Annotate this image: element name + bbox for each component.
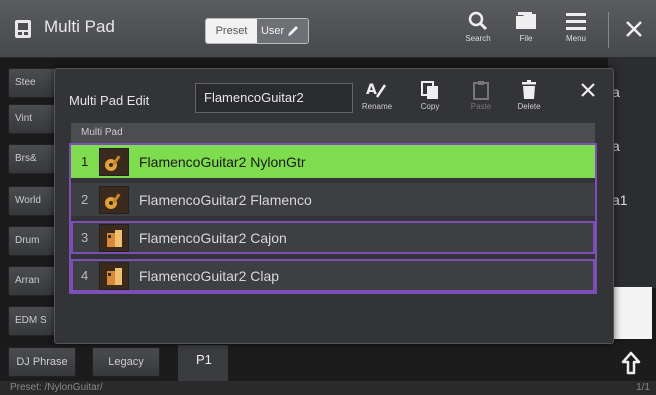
list-header: Multi Pad [71,123,595,143]
paste-label: Paste [470,102,492,111]
pencil-icon [288,26,299,36]
row-number: 2 [81,192,89,207]
row-name: FlamencoGuitar2 Clap [139,267,280,284]
copy-icon [421,81,438,99]
page-title: Multi Pad [44,17,115,36]
svg-text:A: A [366,82,377,98]
row-number: 3 [81,230,89,245]
multi-pad-edit-dialog: Multi Pad Edit FlamencoGuitar2 A Rename … [54,68,614,344]
category-tab[interactable]: Stee [8,68,56,98]
status-bar: Preset: /NylonGuitar/ 1/1 [0,381,656,395]
row-name: FlamencoGuitar2 Flamenco [139,191,312,208]
percussion-icon [99,223,129,252]
menu-button[interactable]: Menu [556,10,596,52]
category-tab[interactable]: Arran [8,266,56,296]
row-name: FlamencoGuitar2 Cajon [139,229,287,246]
background-panel [612,287,652,339]
row-name: FlamencoGuitar2 NylonGtr [139,153,306,170]
rename-label: Rename [361,102,393,111]
user-tab-label: User [260,25,285,37]
paste-button[interactable]: Paste [459,79,503,123]
search-button[interactable]: Search [458,10,498,52]
page-tab-p1[interactable]: P1 [178,345,228,381]
paste-icon [473,81,489,100]
row-number: 1 [81,154,89,169]
folder-icon [516,12,536,29]
category-tab-dj-phrase[interactable]: DJ Phrase [8,347,76,377]
file-button[interactable]: File [506,10,546,52]
close-icon[interactable] [620,14,648,44]
category-tab[interactable]: EDM S [8,306,56,336]
list-item[interactable]: 4 FlamencoGuitar2 Clap [71,259,595,292]
delete-button[interactable]: Delete [507,79,551,123]
trash-icon [522,80,536,99]
dialog-title: Multi Pad Edit [69,93,150,108]
category-tab[interactable]: Vint [8,104,56,134]
list-item[interactable]: 2 FlamencoGuitar2 Flamenco [71,183,595,216]
user-tab[interactable]: User [256,19,308,43]
category-tab[interactable]: World [8,186,56,216]
search-icon [468,11,488,31]
delete-label: Delete [517,102,541,111]
category-tab[interactable]: Brs& [8,144,56,174]
category-tab[interactable]: Drum [8,226,56,256]
copy-label: Copy [420,102,440,111]
preset-tab[interactable]: Preset [206,19,257,43]
page-count: 1/1 [636,382,650,393]
menu-label: Menu [565,34,586,43]
guitar-icon [99,147,129,176]
search-label: Search [465,34,491,43]
percussion-icon [99,261,129,290]
menu-icon [566,13,586,30]
rename-icon: A [366,82,387,98]
preset-user-toggle[interactable]: Preset User [205,18,309,44]
multi-pad-icon [15,20,31,38]
file-label: File [519,34,533,43]
background-item-text: a1 [612,192,628,208]
title-bar: Multi Pad Preset User Search File Menu [0,0,656,58]
up-arrow-icon[interactable] [618,349,644,377]
category-tab-legacy[interactable]: Legacy [92,347,160,377]
close-icon[interactable] [577,79,599,101]
multi-pad-list: 1 FlamencoGuitar2 NylonGtr 2 FlamencoGui… [71,145,595,295]
guitar-icon [99,185,129,214]
list-item[interactable]: 3 FlamencoGuitar2 Cajon [71,221,595,254]
rename-button[interactable]: A Rename [355,79,399,123]
row-number: 4 [81,268,89,283]
copy-button[interactable]: Copy [408,79,452,123]
status-text: Preset: /NylonGuitar/ [10,382,103,393]
pad-name-field[interactable]: FlamencoGuitar2 [195,83,353,113]
list-item[interactable]: 1 FlamencoGuitar2 NylonGtr [71,145,595,178]
header-divider [608,12,609,48]
